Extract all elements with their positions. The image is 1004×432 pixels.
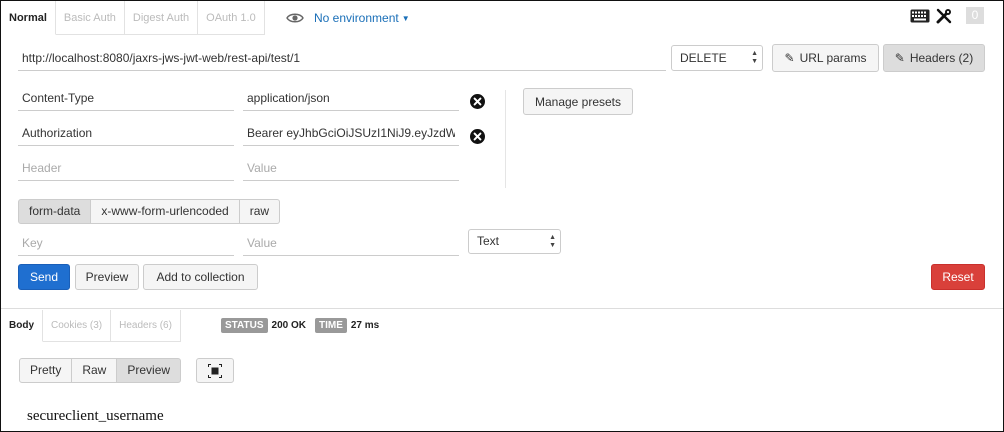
header-key-input[interactable]	[18, 85, 234, 111]
divider	[1, 308, 1003, 309]
form-value-input[interactable]	[243, 230, 459, 256]
remove-header-icon[interactable]	[470, 94, 485, 109]
tab-cookies[interactable]: Cookies (3)	[43, 310, 112, 342]
header-value-input[interactable]	[243, 120, 459, 146]
url-params-button[interactable]: ✎ URL params	[772, 44, 879, 72]
form-key-input[interactable]	[18, 230, 234, 256]
headers-label: Headers (2)	[909, 51, 974, 65]
expand-icon	[208, 363, 222, 378]
count-badge[interactable]: 0	[966, 7, 984, 24]
preview-button[interactable]: Preview	[75, 264, 139, 290]
reset-button[interactable]: Reset	[931, 264, 985, 290]
remove-header-icon[interactable]	[470, 129, 485, 144]
body-mode-form-data[interactable]: form-data	[18, 199, 92, 224]
top-right-tools: 0	[910, 7, 984, 24]
tab-oauth[interactable]: OAuth 1.0	[198, 1, 265, 35]
tab-basic-auth[interactable]: Basic Auth	[55, 1, 125, 35]
tab-response-headers[interactable]: Headers (6)	[111, 310, 181, 342]
chevron-down-icon: ▼	[401, 13, 410, 23]
url-params-label: URL params	[799, 51, 867, 65]
add-to-collection-button[interactable]: Add to collection	[143, 264, 258, 290]
edit-icon: ✎	[894, 51, 905, 65]
url-input[interactable]	[18, 45, 666, 71]
response-body: secureclient_username	[27, 408, 164, 424]
body-mode-raw[interactable]: raw	[239, 199, 281, 224]
view-raw[interactable]: Raw	[72, 358, 118, 383]
view-pretty[interactable]: Pretty	[19, 358, 73, 383]
tools-icon[interactable]	[936, 8, 952, 24]
status-value: 200 OK	[271, 320, 306, 331]
header-value-input[interactable]	[243, 85, 459, 111]
status-area: STATUS 200 OK TIME 27 ms	[221, 318, 388, 333]
edit-icon: ✎	[784, 51, 795, 65]
expand-button[interactable]	[196, 358, 234, 383]
body-mode-urlencoded[interactable]: x-www-form-urlencoded	[91, 199, 240, 224]
eye-icon	[286, 13, 304, 23]
method-select[interactable]: DELETE ▲ ▼	[671, 45, 763, 71]
headers-button[interactable]: ✎ Headers (2)	[883, 44, 985, 72]
form-type-select[interactable]: Text ▲ ▼	[468, 229, 561, 254]
auth-tabs: Normal Basic Auth Digest Auth OAuth 1.0	[1, 1, 265, 35]
divider	[505, 90, 506, 188]
form-type-value: Text	[477, 234, 500, 248]
header-key-input[interactable]	[18, 120, 234, 146]
time-tag: TIME	[314, 318, 347, 333]
new-header-key-input[interactable]	[18, 155, 234, 181]
tab-body[interactable]: Body	[1, 310, 43, 342]
send-button[interactable]: Send	[18, 264, 70, 290]
manage-presets-button[interactable]: Manage presets	[523, 88, 633, 115]
keyboard-icon[interactable]	[910, 9, 930, 23]
body-mode-group: form-data x-www-form-urlencoded raw	[18, 199, 281, 224]
new-header-value-input[interactable]	[243, 155, 459, 181]
method-value: DELETE	[680, 51, 727, 65]
select-arrows-icon: ▲ ▼	[751, 50, 758, 65]
view-preview[interactable]: Preview	[117, 358, 182, 383]
environment-label: No environment	[314, 11, 399, 25]
time-value: 27 ms	[350, 320, 380, 331]
status-tag: STATUS	[221, 318, 268, 333]
response-tabs: Body Cookies (3) Headers (6)	[1, 310, 181, 342]
select-arrows-icon: ▲ ▼	[549, 234, 556, 249]
tab-digest-auth[interactable]: Digest Auth	[124, 1, 199, 35]
environment-selector[interactable]: No environment ▼	[286, 9, 410, 27]
tab-normal[interactable]: Normal	[1, 1, 56, 35]
view-mode-group: Pretty Raw Preview	[19, 358, 182, 383]
